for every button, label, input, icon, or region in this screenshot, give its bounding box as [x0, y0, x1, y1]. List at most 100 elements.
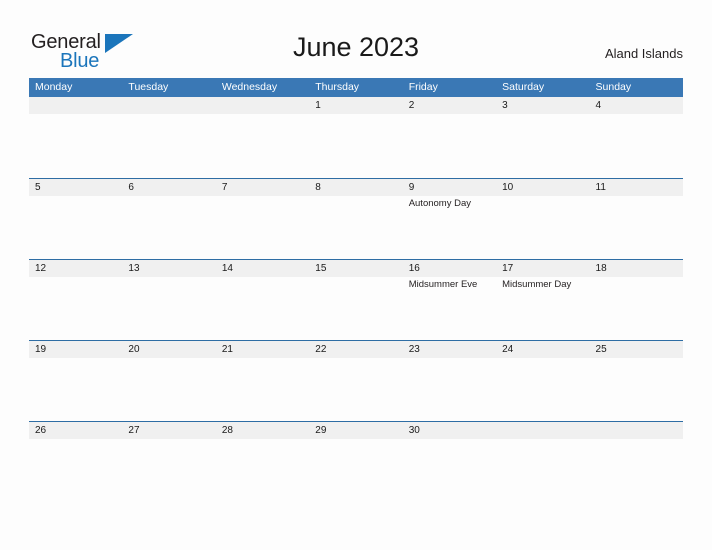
region-label: Aland Islands [604, 46, 683, 61]
calendar-day-cell[interactable]: 15 [309, 260, 403, 340]
day-number: 3 [502, 100, 508, 111]
calendar-day-cell[interactable]: 29 [309, 422, 403, 502]
calendar-day-cell[interactable]: 19 [29, 341, 123, 421]
calendar-day-cell[interactable]: 30 [402, 422, 497, 502]
day-events: Midsummer Eve [409, 279, 494, 291]
calendar-day-cell[interactable]: 12 [29, 260, 123, 340]
calendar-day-cell[interactable]: 6 [122, 179, 216, 259]
day-number-band [309, 97, 403, 114]
calendar-day-cell[interactable]: 20 [122, 341, 216, 421]
day-number: 10 [502, 182, 514, 193]
weekday-header-saturday: Saturday [502, 81, 545, 93]
day-number-band [309, 179, 403, 196]
day-number-band [122, 97, 216, 114]
day-number-band [215, 97, 310, 114]
day-number: 16 [408, 263, 420, 274]
day-number: 5 [35, 182, 41, 193]
calendar-week-row: 12 13 14 15 16 Midsummer Eve 17 Midsummer Day 18 [29, 259, 683, 340]
day-number: 28 [221, 425, 233, 436]
day-number: 25 [595, 344, 607, 355]
day-number: 24 [502, 344, 514, 355]
calendar-day-cell[interactable]: 9 Autonomy Day [402, 179, 497, 259]
calendar-day-cell[interactable]: 1 [309, 97, 403, 178]
calendar-day-cell[interactable]: 28 [215, 422, 310, 502]
day-number: 4 [595, 100, 602, 111]
day-number: 29 [315, 425, 327, 436]
calendar-page: General Blue June 2023 Aland Islands Mon… [0, 0, 712, 550]
calendar-day-cell[interactable]: 16 Midsummer Eve [402, 260, 497, 340]
calendar-day-cell[interactable]: 27 [122, 422, 216, 502]
calendar-week-cells: 26 27 28 29 30 [29, 422, 683, 502]
weekday-header-friday: Friday [408, 81, 438, 93]
calendar-day-cell[interactable]: 11 [589, 179, 683, 259]
calendar-day-cell[interactable]: 22 [309, 341, 403, 421]
day-number: 20 [128, 344, 140, 355]
day-number: 7 [221, 182, 228, 193]
calendar-day-cell[interactable]: 18 [589, 260, 683, 340]
calendar-day-cell[interactable] [122, 97, 216, 178]
weekday-header-wednesday: Wednesday [221, 81, 278, 93]
day-number-band [402, 97, 497, 114]
calendar-day-cell[interactable]: 4 [589, 97, 683, 178]
day-number-band [29, 179, 123, 196]
day-number-band [496, 97, 590, 114]
calendar-week-cells: 5 6 7 8 9 Autonomy Day 10 11 [29, 179, 683, 259]
calendar-day-cell[interactable]: 5 [29, 179, 123, 259]
calendar-week-row: 1 2 3 4 [29, 97, 683, 178]
calendar-day-cell[interactable] [496, 422, 590, 502]
day-number: 15 [315, 263, 327, 274]
day-number-band [29, 97, 123, 114]
day-number: 19 [35, 344, 47, 355]
day-number: 12 [35, 263, 47, 274]
holiday-event-label: Autonomy Day [408, 198, 471, 209]
calendar-day-cell[interactable]: 8 [309, 179, 403, 259]
day-number: 9 [408, 182, 415, 193]
day-number-band [589, 97, 683, 114]
calendar-week-cells: 1 2 3 4 [29, 97, 683, 178]
calendar-week-cells: 19 20 21 22 23 24 25 [29, 341, 683, 421]
calendar-day-cell[interactable]: 24 [496, 341, 590, 421]
calendar-day-cell[interactable]: 14 [215, 260, 310, 340]
calendar-day-cell[interactable]: 26 [29, 422, 123, 502]
day-number: 13 [128, 263, 140, 274]
calendar-day-cell[interactable] [29, 97, 123, 178]
calendar-week-row: 5 6 7 8 9 Autonomy Day 10 11 [29, 178, 683, 259]
weekday-header-monday: Monday [35, 81, 73, 93]
weekday-header-thursday: Thursday [315, 81, 360, 93]
day-events: Autonomy Day [409, 198, 494, 210]
day-number-band [215, 179, 310, 196]
day-events: Midsummer Day [502, 279, 587, 291]
weekday-header-sunday: Sunday [595, 81, 632, 93]
day-number: 17 [502, 263, 514, 274]
weekday-header-row: Monday Tuesday Wednesday Thursday Friday… [29, 78, 683, 97]
day-number: 8 [315, 182, 321, 193]
day-number-band [122, 179, 216, 196]
calendar-day-cell[interactable]: 21 [215, 341, 310, 421]
calendar-day-cell[interactable]: 17 Midsummer Day [496, 260, 590, 340]
calendar-week-cells: 12 13 14 15 16 Midsummer Eve 17 Midsummer Day 18 [29, 260, 683, 340]
calendar-grid: Monday Tuesday Wednesday Thursday Friday… [29, 78, 683, 502]
calendar-day-cell[interactable]: 25 [589, 341, 683, 421]
calendar-weeks: 1 2 3 4 5 6 7 8 9 Autonomy Day 10 11 12 13 14 15 16 Midsu… [29, 97, 683, 502]
calendar-day-cell[interactable]: 13 [122, 260, 216, 340]
day-number: 21 [221, 344, 233, 355]
calendar-day-cell[interactable] [215, 97, 310, 178]
day-number: 14 [221, 263, 233, 274]
day-number-band [589, 422, 683, 439]
day-number: 1 [315, 100, 321, 111]
day-number: 26 [35, 425, 47, 436]
calendar-week-row: 19 20 21 22 23 24 25 [29, 340, 683, 421]
calendar-day-cell[interactable]: 7 [215, 179, 310, 259]
calendar-day-cell[interactable]: 10 [496, 179, 590, 259]
holiday-event-label: Midsummer Eve [408, 279, 478, 290]
calendar-day-cell[interactable]: 3 [496, 97, 590, 178]
day-number: 27 [128, 425, 140, 436]
holiday-event-label: Midsummer Day [502, 279, 572, 290]
day-number-band [402, 179, 497, 196]
calendar-day-cell[interactable] [589, 422, 683, 502]
calendar-day-cell[interactable]: 2 [402, 97, 497, 178]
day-number: 11 [595, 182, 606, 193]
calendar-day-cell[interactable]: 23 [402, 341, 497, 421]
day-number-band [496, 422, 590, 439]
day-number: 30 [408, 425, 420, 436]
